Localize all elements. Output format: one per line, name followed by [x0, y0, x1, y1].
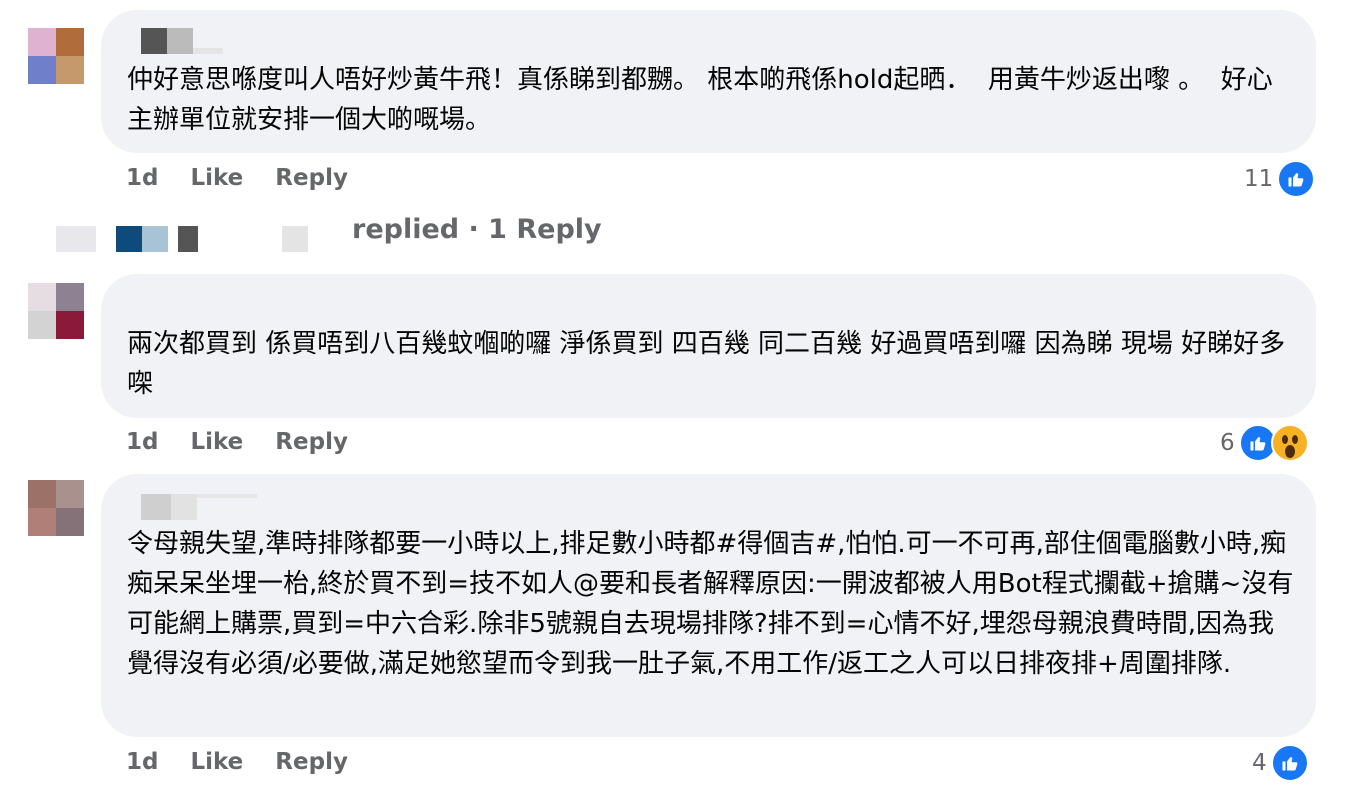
reaction-count: 11: [1244, 166, 1274, 192]
avatar-pixel: [28, 311, 56, 339]
view-replies-link[interactable]: replied · 1 Reply: [352, 214, 602, 245]
comment-bubble: 仲好意思喺度叫人唔好炒黃牛飛！真係睇到都嬲。 根本啲飛係hold起晒． 用黃牛炒…: [101, 10, 1316, 153]
reply-button[interactable]: Reply: [275, 749, 348, 775]
comment-actions: 1d Like Reply: [126, 749, 380, 775]
like-icon: [1277, 160, 1316, 198]
reply-button[interactable]: Reply: [275, 165, 348, 191]
like-button[interactable]: Like: [190, 429, 243, 455]
avatar-pixel: [28, 508, 56, 536]
reply-author-avatars: [56, 226, 308, 252]
reaction-count: 6: [1220, 430, 1235, 456]
avatar[interactable]: [28, 283, 84, 339]
avatar-pixel: [56, 311, 84, 339]
comment-text: 兩次都買到 係買唔到八百幾蚊嗰啲囉 淨係買到 四百幾 同二百幾 好過買唔到囉 因…: [127, 329, 1286, 399]
reaction-summary[interactable]: 6: [1220, 424, 1309, 462]
avatar-pixel: [28, 28, 56, 56]
reply-button[interactable]: Reply: [275, 429, 348, 455]
timestamp[interactable]: 1d: [126, 429, 158, 455]
reaction-summary[interactable]: 4: [1252, 744, 1309, 782]
avatar-pixel: [56, 283, 84, 311]
avatar-pixel: [56, 28, 84, 56]
timestamp[interactable]: 1d: [126, 165, 158, 191]
avatar[interactable]: [28, 28, 84, 84]
avatar-pixel: [28, 283, 56, 311]
avatar-pixel: [56, 480, 84, 508]
comment-text: 令母親失望,準時排隊都要一小時以上,排足數小時都#得個吉#,怕怕.可一不可再,部…: [127, 529, 1294, 679]
comment-text: 仲好意思喺度叫人唔好炒黃牛飛！真係睇到都嬲。 根本啲飛係hold起晒． 用黃牛炒…: [127, 65, 1273, 135]
avatar[interactable]: [28, 480, 84, 536]
avatar-pixel: [28, 480, 56, 508]
comment-bubble: 兩次都買到 係買唔到八百幾蚊嗰啲囉 淨係買到 四百幾 同二百幾 好過買唔到囉 因…: [101, 274, 1316, 418]
avatar-pixel: [56, 56, 84, 84]
like-button[interactable]: Like: [190, 749, 243, 775]
reaction-summary[interactable]: 11: [1244, 160, 1316, 198]
comment-bubble: 令母親失望,準時排隊都要一小時以上,排足數小時都#得個吉#,怕怕.可一不可再,部…: [101, 474, 1316, 737]
avatar-pixel: [56, 508, 84, 536]
like-icon: [1270, 744, 1309, 782]
commenter-name[interactable]: [141, 494, 257, 520]
reaction-count: 4: [1252, 750, 1267, 776]
commenter-name[interactable]: [141, 28, 223, 54]
comment-actions: 1d Like Reply: [126, 429, 380, 455]
wow-icon: [1270, 424, 1309, 462]
like-button[interactable]: Like: [190, 165, 243, 191]
avatar-pixel: [28, 56, 56, 84]
timestamp[interactable]: 1d: [126, 749, 158, 775]
comment-actions: 1d Like Reply: [126, 165, 380, 191]
